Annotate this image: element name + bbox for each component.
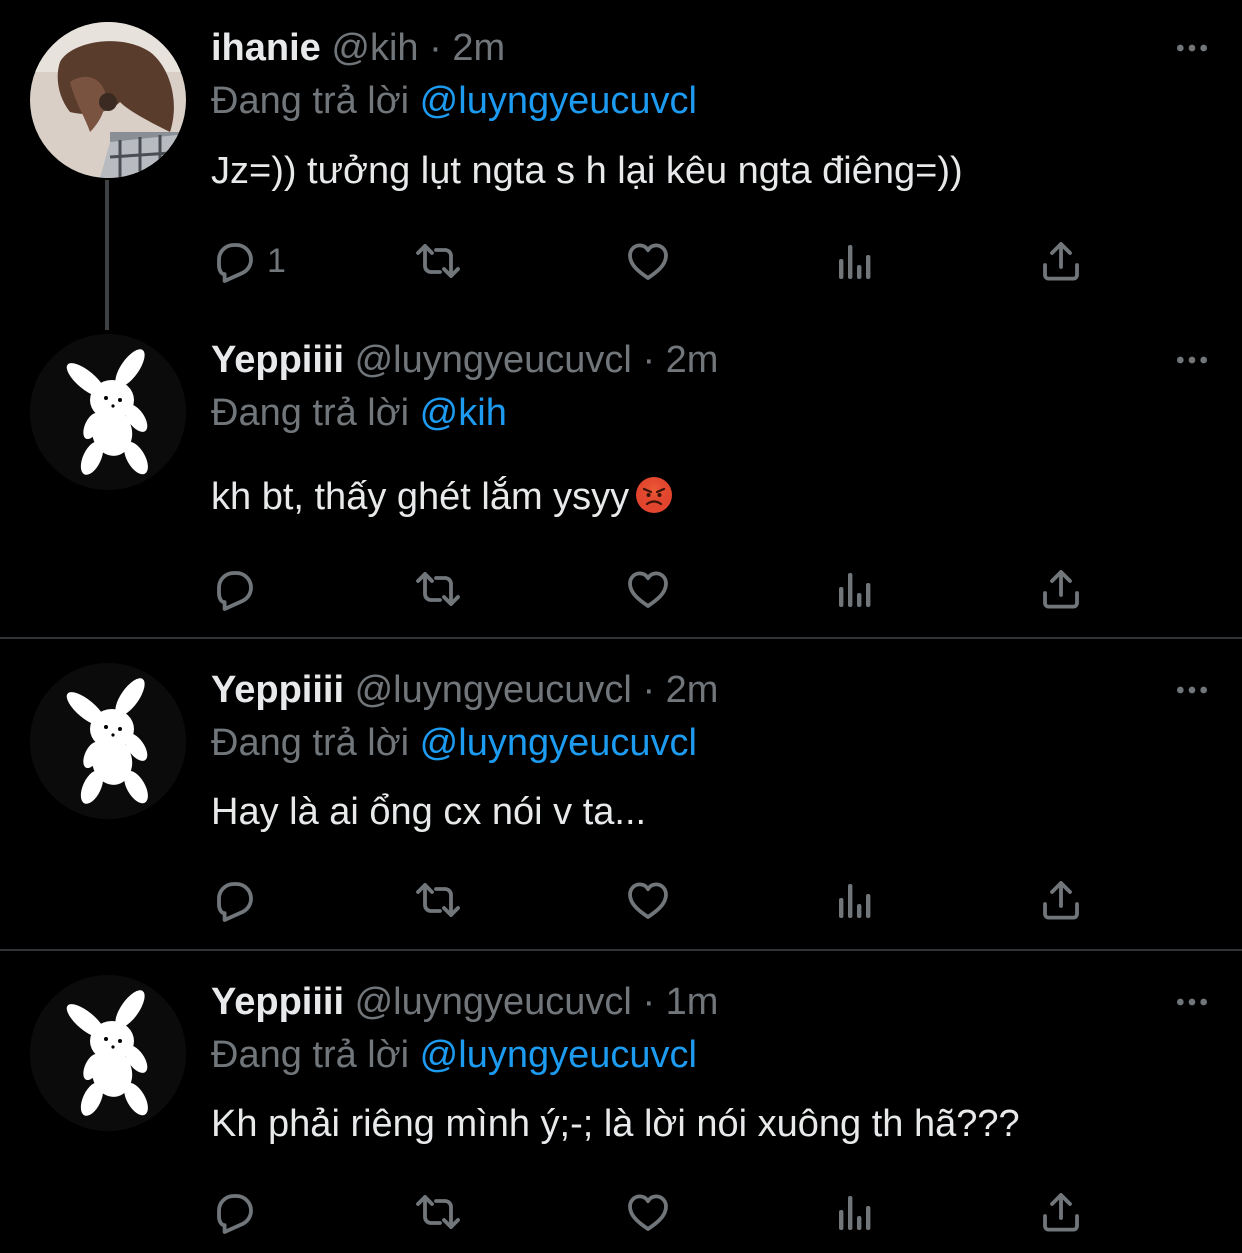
like-button[interactable] xyxy=(624,1187,672,1237)
timestamp[interactable]: 2m xyxy=(666,339,719,381)
handle[interactable]: @kih xyxy=(331,27,418,69)
display-name[interactable]: ihanie xyxy=(211,27,321,69)
views-icon xyxy=(831,237,879,285)
like-button[interactable] xyxy=(624,236,672,286)
reply-icon xyxy=(211,1188,259,1236)
tweet[interactable]: Yeppiiii @luyngyeucuvcl · 1m Đang trả lờ… xyxy=(0,951,1242,1253)
reply-button[interactable] xyxy=(211,875,259,925)
share-button[interactable] xyxy=(1037,564,1085,614)
retweet-button[interactable] xyxy=(414,564,462,614)
tweet-text: kh bt, thấy ghét lắm ysyy xyxy=(211,473,673,521)
mention-link[interactable]: @luyngyeucuvcl xyxy=(420,80,697,122)
display-name[interactable]: Yeppiiii xyxy=(211,339,344,381)
heart-icon xyxy=(624,876,672,924)
share-button[interactable] xyxy=(1037,875,1085,925)
tweet[interactable]: Yeppiiii @luyngyeucuvcl · 2m Đang trả lờ… xyxy=(0,639,1242,949)
like-button[interactable] xyxy=(624,564,672,614)
tweet-text-content: kh bt, thấy ghét lắm ysyy xyxy=(211,476,630,518)
tweet-text: Jz=)) tưởng lụt ngta s h lại kêu ngta đi… xyxy=(211,150,963,192)
reply-icon xyxy=(211,237,259,285)
replying-to: Đang trả lời @luyngyeucuvcl xyxy=(211,719,697,767)
timestamp[interactable]: 1m xyxy=(666,981,719,1023)
more-icon[interactable] xyxy=(1172,982,1212,1022)
views-icon xyxy=(831,565,879,613)
handle[interactable]: @luyngyeucuvcl xyxy=(355,339,632,381)
action-bar xyxy=(211,564,1091,614)
mention-link[interactable]: @luyngyeucuvcl xyxy=(420,722,697,764)
retweet-button[interactable] xyxy=(414,236,462,286)
share-icon xyxy=(1037,237,1085,285)
heart-icon xyxy=(624,565,672,613)
separator-dot: · xyxy=(642,981,656,1023)
retweet-icon xyxy=(414,237,462,285)
views-icon xyxy=(831,876,879,924)
heart-icon xyxy=(624,1188,672,1236)
share-icon xyxy=(1037,876,1085,924)
share-icon xyxy=(1037,1188,1085,1236)
reply-icon xyxy=(211,565,259,613)
tweet-header: Yeppiiii @luyngyeucuvcl · 1m xyxy=(211,978,718,1026)
heart-icon xyxy=(624,237,672,285)
reply-button[interactable] xyxy=(211,1187,259,1237)
action-bar: 1 xyxy=(211,236,1091,286)
retweet-icon xyxy=(414,565,462,613)
timestamp[interactable]: 2m xyxy=(452,27,505,69)
views-button[interactable] xyxy=(831,564,879,614)
share-button[interactable] xyxy=(1037,1187,1085,1237)
separator-dot: · xyxy=(642,669,656,711)
action-bar xyxy=(211,875,1091,925)
tweet-text: Hay là ai ổng cx nói v ta... xyxy=(211,791,647,833)
like-button[interactable] xyxy=(624,875,672,925)
retweet-icon xyxy=(414,876,462,924)
display-name[interactable]: Yeppiiii xyxy=(211,669,344,711)
angry-face-emoji xyxy=(635,476,673,514)
separator-dot: · xyxy=(429,27,442,69)
replying-to: Đang trả lời @kih xyxy=(211,389,507,437)
views-icon xyxy=(831,1188,879,1236)
avatar[interactable] xyxy=(30,975,186,1131)
reply-icon xyxy=(211,876,259,924)
avatar[interactable] xyxy=(30,22,186,178)
more-icon[interactable] xyxy=(1172,28,1212,68)
views-button[interactable] xyxy=(831,1187,879,1237)
replying-to: Đang trả lời @luyngyeucuvcl xyxy=(211,77,697,125)
avatar[interactable] xyxy=(30,334,186,490)
display-name[interactable]: Yeppiiii xyxy=(211,981,344,1023)
tweet-header: Yeppiiii @luyngyeucuvcl · 2m xyxy=(211,336,718,384)
replying-to-label: Đang trả lời xyxy=(211,722,410,764)
mention-link[interactable]: @kih xyxy=(420,392,507,434)
tweet-header: Yeppiiii @luyngyeucuvcl · 2m xyxy=(211,666,718,714)
retweet-button[interactable] xyxy=(414,1187,462,1237)
separator-dot: · xyxy=(642,339,656,381)
tweet[interactable]: Yeppiiii @luyngyeucuvcl · 2m Đang trả lờ… xyxy=(0,330,1242,637)
avatar[interactable] xyxy=(30,663,186,819)
reply-button[interactable] xyxy=(211,564,259,614)
replying-to-label: Đang trả lời xyxy=(211,80,410,122)
replying-to-label: Đang trả lời xyxy=(211,392,410,434)
retweet-icon xyxy=(414,1188,462,1236)
views-button[interactable] xyxy=(831,875,879,925)
replying-to-label: Đang trả lời xyxy=(211,1034,410,1076)
tweet[interactable]: ihanie @kih · 2m Đang trả lời @luyngyeuc… xyxy=(0,0,1242,330)
tweet-text: Kh phải riêng mình ý;-; là lời nói xuông… xyxy=(211,1103,1020,1145)
retweet-button[interactable] xyxy=(414,875,462,925)
mention-link[interactable]: @luyngyeucuvcl xyxy=(420,1034,697,1076)
replying-to: Đang trả lời @luyngyeucuvcl xyxy=(211,1031,697,1079)
more-icon[interactable] xyxy=(1172,670,1212,710)
reply-count: 1 xyxy=(267,241,286,280)
handle[interactable]: @luyngyeucuvcl xyxy=(355,669,632,711)
share-icon xyxy=(1037,565,1085,613)
more-icon[interactable] xyxy=(1172,340,1212,380)
share-button[interactable] xyxy=(1037,236,1085,286)
action-bar xyxy=(211,1187,1091,1237)
views-button[interactable] xyxy=(831,236,879,286)
tweet-header: ihanie @kih · 2m xyxy=(211,24,505,72)
timestamp[interactable]: 2m xyxy=(666,669,719,711)
reply-button[interactable]: 1 xyxy=(211,236,286,286)
handle[interactable]: @luyngyeucuvcl xyxy=(355,981,632,1023)
